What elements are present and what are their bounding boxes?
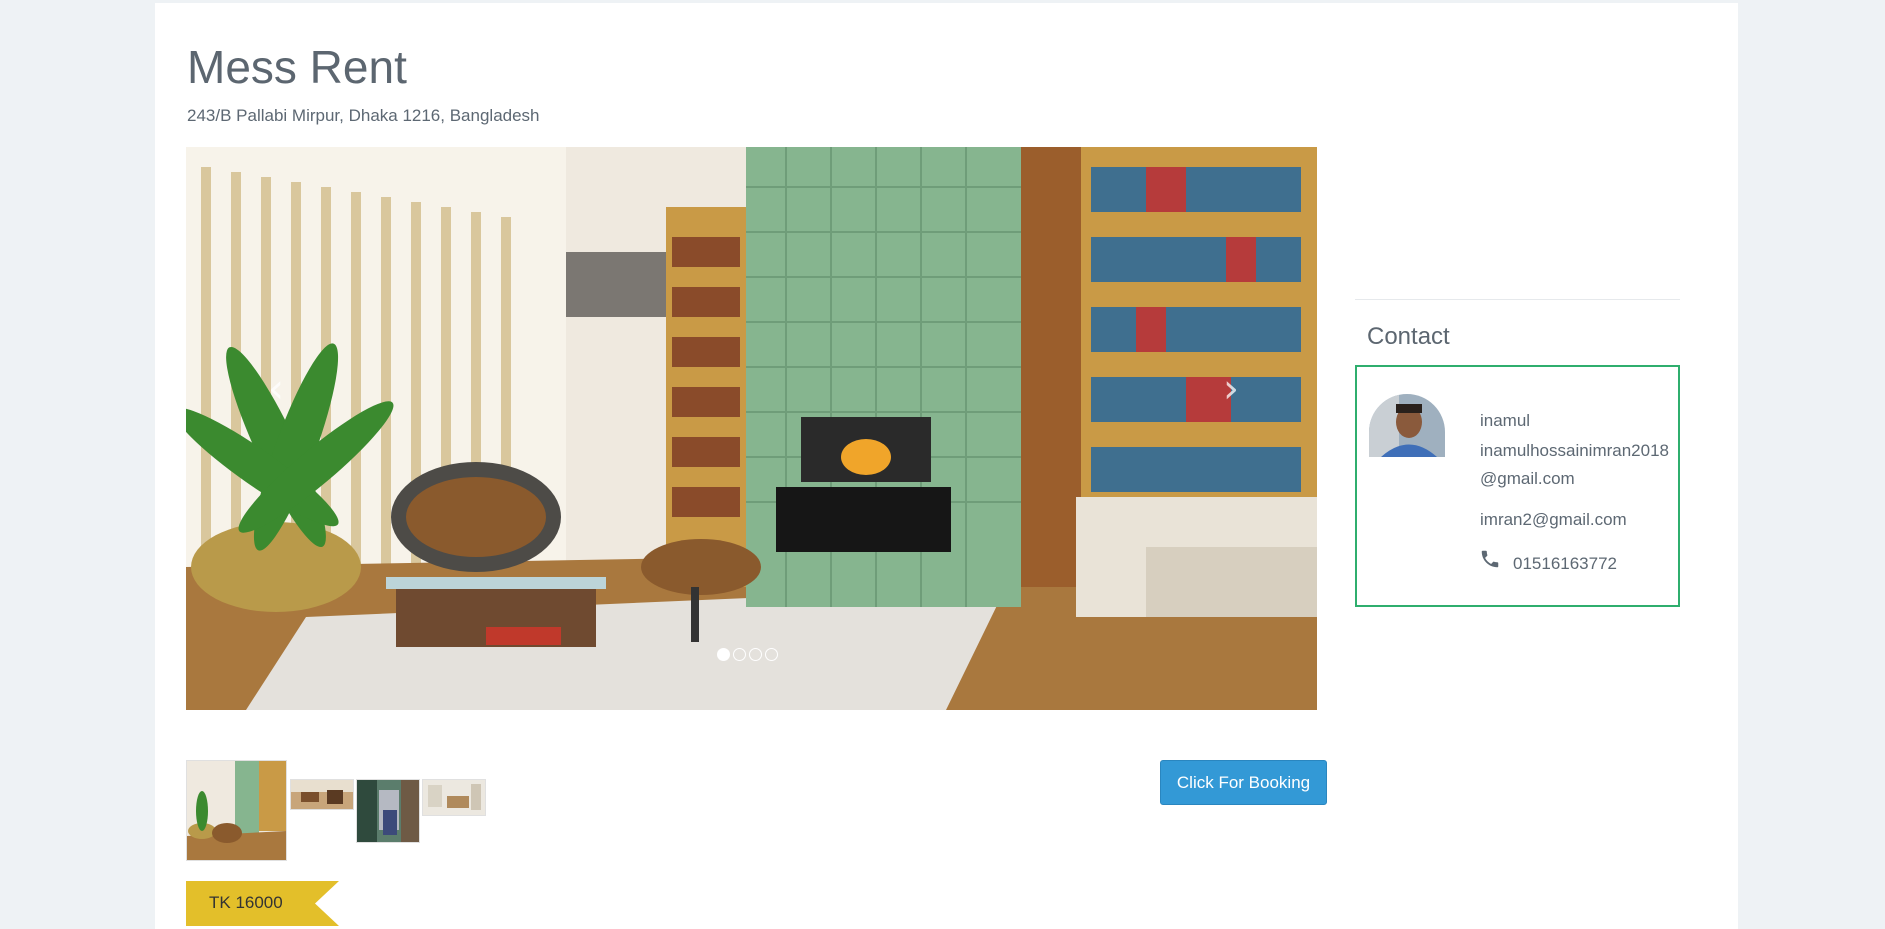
thumbnail-3-image	[357, 780, 419, 842]
thumbnail-2-image	[291, 780, 353, 809]
carousel-indicators	[717, 648, 778, 661]
contact-email-primary[interactable]: inamulhossainimran2018@gmail.com	[1480, 437, 1670, 493]
page-title: Mess Rent	[187, 41, 407, 93]
thumbnail-4[interactable]	[422, 779, 486, 816]
phone-icon	[1481, 550, 1499, 568]
booking-button[interactable]: Click For Booking	[1160, 760, 1327, 805]
thumbnail-2[interactable]	[290, 779, 354, 810]
thumbnail-1-image	[187, 761, 286, 860]
carousel-indicator-1[interactable]	[717, 648, 730, 661]
contact-divider	[1355, 299, 1680, 300]
carousel-indicator-4[interactable]	[765, 648, 778, 661]
carousel-indicator-2[interactable]	[733, 648, 746, 661]
carousel-prev-button[interactable]: ‹	[261, 369, 291, 409]
contact-phone[interactable]: 01516163772	[1513, 550, 1617, 578]
thumbnail-3[interactable]	[356, 779, 420, 843]
thumbnail-4-image	[423, 780, 485, 815]
price-label: TK 16000	[209, 893, 283, 912]
avatar-photo	[1369, 394, 1445, 457]
carousel-indicator-3[interactable]	[749, 648, 762, 661]
contact-card: inamul inamulhossainimran2018@gmail.com …	[1355, 365, 1680, 607]
listing-address: 243/B Pallabi Mirpur, Dhaka 1216, Bangla…	[187, 106, 540, 125]
contact-email-secondary[interactable]: imran2@gmail.com	[1480, 506, 1627, 534]
contact-heading: Contact	[1367, 323, 1450, 350]
thumbnail-1[interactable]	[186, 760, 287, 861]
image-carousel[interactable]: ‹ ›	[186, 147, 1317, 710]
contact-name: inamul	[1480, 411, 1531, 430]
carousel-slide-image	[186, 147, 1317, 710]
price-ribbon: TK 16000	[186, 881, 339, 926]
carousel-next-button[interactable]: ›	[1216, 369, 1246, 409]
avatar	[1369, 394, 1445, 457]
